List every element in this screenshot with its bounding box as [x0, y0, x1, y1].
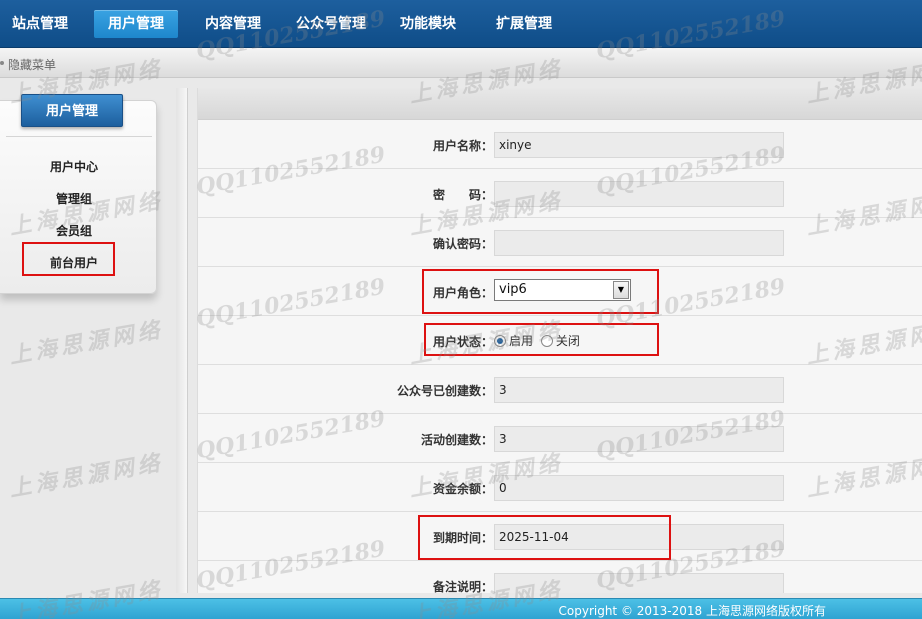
accounts-created-label: 公众号已创建数：: [396, 384, 493, 398]
sidebar-item-member-groups[interactable]: 会员组: [0, 222, 148, 239]
sidebar-divider: [6, 136, 152, 137]
sub-toolbar: 隐藏菜单: [0, 48, 922, 78]
watermark: 上海思源网络: [7, 316, 166, 370]
status-label: 用户状态：: [432, 335, 493, 349]
activities-created-label: 活动创建数：: [420, 433, 493, 447]
balance-label: 资金余额：: [432, 482, 493, 496]
sidebar-item-frontend-users[interactable]: 前台用户: [0, 254, 148, 271]
accounts-created-field[interactable]: 3: [494, 377, 784, 403]
form-row-expiry: 到期时间： 2025-11-04: [198, 512, 922, 561]
sidebar-item-user-center[interactable]: 用户中心: [0, 158, 148, 175]
username-label: 用户名称：: [432, 139, 493, 153]
top-nav: 站点管理 用户管理 内容管理 公众号管理 功能模块 扩展管理: [0, 0, 922, 48]
form-row-username: 用户名称： xinye: [198, 120, 922, 169]
status-disabled-radio[interactable]: [540, 335, 553, 347]
password-label: 密 码：: [432, 188, 493, 202]
nav-wechat-management[interactable]: 公众号管理: [286, 10, 376, 38]
nav-site-management[interactable]: 站点管理: [0, 10, 80, 38]
activities-created-field[interactable]: 3: [494, 426, 784, 452]
status-radio-group: 启用 关闭: [494, 332, 584, 349]
splitter[interactable]: [176, 88, 188, 593]
sidebar-item-admin-groups[interactable]: 管理组: [0, 190, 148, 207]
user-form: 用户名称： xinye 密 码： 确认密码： 用户角色： vip6 ▼ 用户状态…: [197, 88, 922, 593]
hide-menu-link[interactable]: 隐藏菜单: [8, 56, 56, 73]
nav-extension-management[interactable]: 扩展管理: [484, 10, 564, 38]
role-select-value: vip6: [499, 282, 527, 297]
password-field[interactable]: [494, 181, 784, 207]
nav-user-management[interactable]: 用户管理: [94, 10, 178, 38]
status-enabled-label[interactable]: 启用: [509, 334, 533, 348]
form-row-password: 密 码：: [198, 169, 922, 218]
note-field[interactable]: [494, 573, 784, 593]
watermark: 上海思源网络: [7, 449, 166, 503]
note-label: 备注说明：: [432, 580, 493, 593]
form-row-role: 用户角色： vip6 ▼: [198, 267, 922, 316]
expiry-label: 到期时间：: [432, 531, 493, 545]
balance-field[interactable]: 0: [494, 475, 784, 501]
username-field[interactable]: xinye: [494, 132, 784, 158]
confirm-password-field[interactable]: [494, 230, 784, 256]
form-row-accounts-created: 公众号已创建数： 3: [198, 365, 922, 414]
confirm-password-label: 确认密码：: [432, 237, 493, 251]
form-header-bar: [198, 88, 922, 120]
status-disabled-label[interactable]: 关闭: [556, 334, 580, 348]
sidebar: 用户管理 用户中心 管理组 会员组 前台用户: [0, 94, 157, 294]
form-row-note: 备注说明：: [198, 561, 922, 593]
status-enabled-radio[interactable]: [494, 335, 506, 347]
dropdown-arrow-icon[interactable]: ▼: [613, 281, 629, 299]
sidebar-title[interactable]: 用户管理: [21, 94, 123, 127]
form-row-balance: 资金余额： 0: [198, 463, 922, 512]
role-label: 用户角色：: [432, 286, 493, 300]
copyright-text: Copyright © 2013-2018 上海思源网络版权所有: [558, 604, 827, 618]
form-row-activities-created: 活动创建数： 3: [198, 414, 922, 463]
form-row-status: 用户状态： 启用 关闭: [198, 316, 922, 365]
footer: Copyright © 2013-2018 上海思源网络版权所有: [0, 598, 922, 619]
role-select[interactable]: vip6 ▼: [494, 279, 631, 301]
nav-content-management[interactable]: 内容管理: [190, 10, 276, 38]
form-row-confirm-password: 确认密码：: [198, 218, 922, 267]
nav-function-modules[interactable]: 功能模块: [388, 10, 468, 38]
expiry-field[interactable]: 2025-11-04: [494, 524, 784, 550]
bullet-icon: [0, 61, 4, 65]
